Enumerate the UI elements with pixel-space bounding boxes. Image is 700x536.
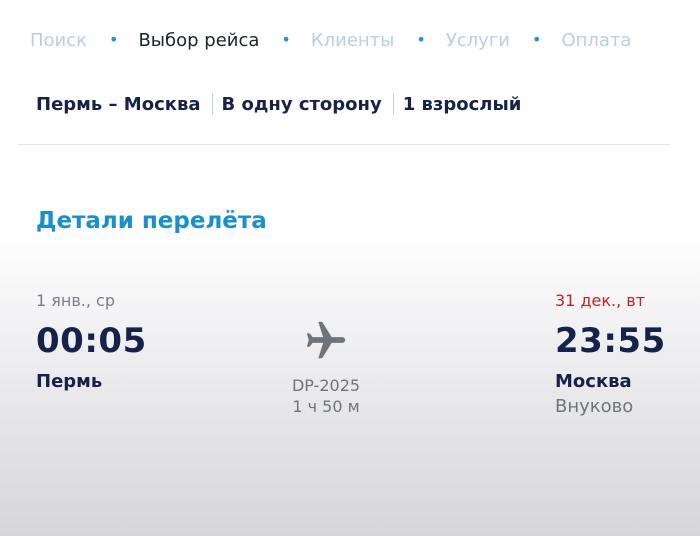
search-summary[interactable]: Пермь – Москва В одну сторону 1 взрослый xyxy=(36,92,521,116)
summary-route: Пермь – Москва xyxy=(36,93,201,115)
summary-separator xyxy=(211,93,213,115)
airplane-icon xyxy=(306,321,346,359)
departure-date: 1 янв., ср xyxy=(36,291,115,310)
step-clients[interactable]: Клиенты xyxy=(311,30,395,51)
arrival-time: 23:55 xyxy=(555,321,666,361)
summary-trip-type: В одну сторону xyxy=(221,93,382,115)
arrival-block: 31 дек., вт 23:55 Москва Внуково xyxy=(555,290,666,420)
summary-passengers: 1 взрослый xyxy=(402,93,522,115)
header-divider xyxy=(18,144,670,145)
step-separator-dot: • xyxy=(281,30,291,49)
booking-steps: Поиск • Выбор рейса • Клиенты • Услуги •… xyxy=(30,28,631,52)
step-flight-selection[interactable]: Выбор рейса xyxy=(138,30,259,51)
step-payment[interactable]: Оплата xyxy=(561,30,631,51)
step-separator-dot: • xyxy=(416,30,426,49)
summary-separator xyxy=(392,93,394,115)
departure-time: 00:05 xyxy=(36,321,147,361)
step-search[interactable]: Поиск xyxy=(30,30,87,51)
step-separator-dot: • xyxy=(109,30,119,49)
departure-city: Пермь xyxy=(36,371,103,392)
departure-block: 1 янв., ср 00:05 Пермь xyxy=(36,290,147,394)
flight-details-title: Детали перелёта xyxy=(36,208,267,234)
flight-number: DP-2025 xyxy=(291,376,361,395)
arrival-airport: Внуково xyxy=(555,396,634,417)
arrival-date: 31 дек., вт xyxy=(555,291,646,310)
arrival-city: Москва xyxy=(555,371,632,392)
flight-duration: 1 ч 50 м xyxy=(292,397,360,416)
step-services[interactable]: Услуги xyxy=(446,30,510,51)
flight-info: DP-2025 1 ч 50 м xyxy=(260,318,392,418)
step-separator-dot: • xyxy=(532,30,542,49)
